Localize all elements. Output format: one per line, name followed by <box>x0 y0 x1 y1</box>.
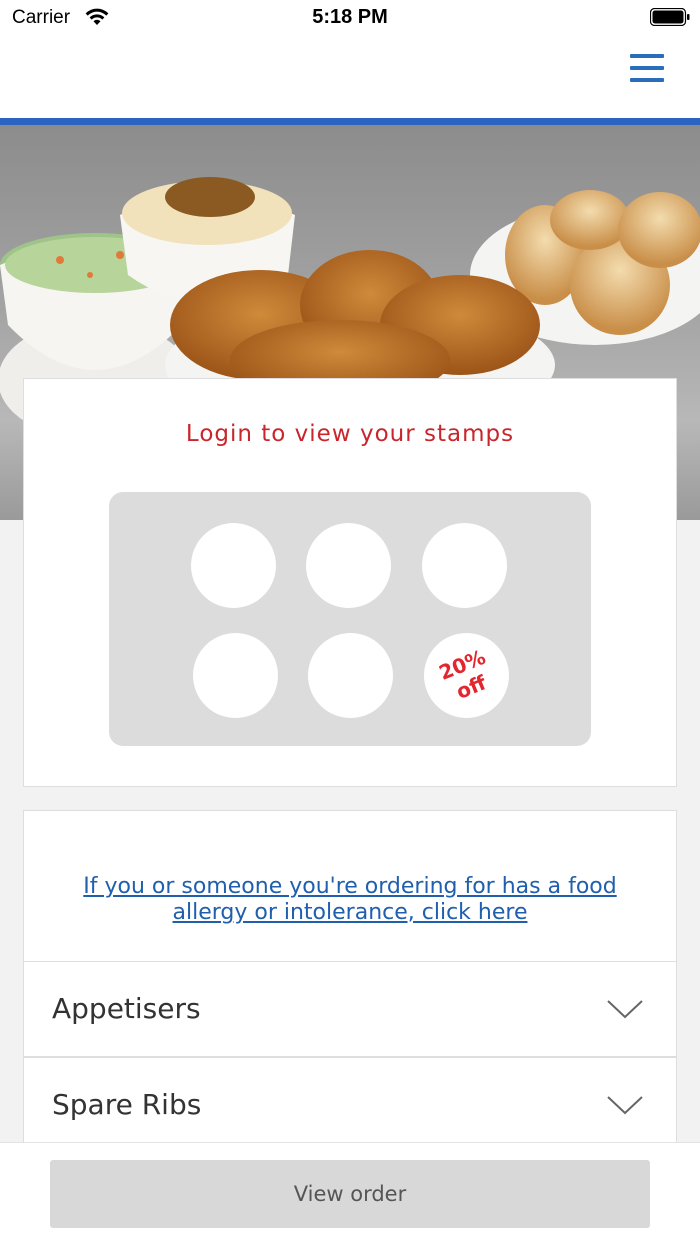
view-order-button[interactable]: View order <box>50 1160 650 1228</box>
stamp-grid: 20% off <box>109 492 591 746</box>
category-row-spare-ribs[interactable]: Spare Ribs <box>23 1057 677 1153</box>
stamp-card: Login to view your stamps 20% off <box>23 378 677 787</box>
reward-stamp: 20% off <box>424 633 509 718</box>
stamp-slot <box>422 523 507 608</box>
stamp-slot <box>193 633 278 718</box>
login-to-view-stamps-link[interactable]: Login to view your stamps <box>24 421 676 447</box>
reward-label: 20% off <box>411 620 522 731</box>
chevron-down-icon <box>607 1096 643 1115</box>
category-label: Spare Ribs <box>52 1088 202 1121</box>
stamp-slot <box>191 523 276 608</box>
app-header <box>0 36 700 118</box>
hamburger-menu-icon[interactable] <box>630 54 664 86</box>
stamp-slot <box>306 523 391 608</box>
status-bar: Carrier 5:18 PM <box>0 0 700 36</box>
header-divider <box>0 118 700 125</box>
stamp-slot <box>308 633 393 718</box>
allergy-card: If you or someone you're ordering for ha… <box>23 810 677 962</box>
battery-icon <box>650 8 690 26</box>
category-row-appetisers[interactable]: Appetisers <box>23 961 677 1057</box>
allergy-info-link[interactable]: If you or someone you're ordering for ha… <box>44 874 656 926</box>
clock: 5:18 PM <box>312 6 388 28</box>
chevron-down-icon <box>607 1000 643 1019</box>
category-label: Appetisers <box>52 992 201 1025</box>
bottom-action-bar: View order <box>0 1142 700 1244</box>
